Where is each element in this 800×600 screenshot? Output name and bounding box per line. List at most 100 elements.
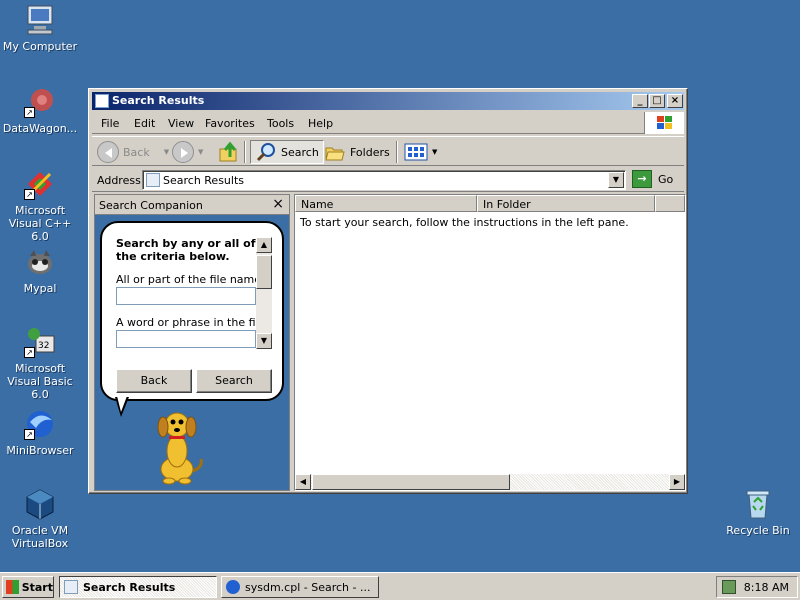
search-heading: Search by any or all of the criteria bel…: [116, 237, 256, 263]
phrase-label: A word or phrase in the file:: [116, 316, 270, 329]
forward-button[interactable]: ▼: [172, 140, 203, 164]
start-label: Start: [21, 580, 53, 594]
desktop-icon-label: DataWagon...: [2, 122, 78, 135]
menu-edit[interactable]: Edit: [134, 117, 155, 130]
network-icon[interactable]: [722, 580, 736, 594]
scroll-up-icon[interactable]: ▲: [256, 237, 272, 253]
up-folder-button[interactable]: [218, 140, 240, 164]
search-folder-icon: [95, 94, 109, 108]
address-input[interactable]: Search Results ▼: [142, 170, 626, 190]
views-dropdown-icon: ▼: [432, 148, 438, 156]
scroll-thumb[interactable]: [312, 474, 510, 490]
windows-logo-icon: [644, 112, 684, 134]
desktop-icon-label: Mypal: [23, 282, 57, 295]
shortcut-arrow-icon: ↗: [24, 189, 35, 200]
search-results-icon: [146, 173, 160, 187]
menu-favorites[interactable]: Favorites: [205, 117, 255, 130]
desktop-icon-label: Recycle Bin: [726, 524, 790, 537]
scroll-right-icon[interactable]: ▶: [669, 474, 685, 490]
search-balloon: Search by any or all of the criteria bel…: [100, 221, 284, 401]
go-label: Go: [658, 172, 674, 186]
search-dog-icon[interactable]: [147, 407, 207, 485]
go-arrow-icon: →: [632, 170, 652, 188]
mypal-icon: [24, 246, 56, 278]
desktop-icon-datawagon[interactable]: ↗ DataWagon...: [0, 86, 80, 135]
menu-help[interactable]: Help: [308, 117, 333, 130]
shortcut-arrow-icon: ↗: [24, 347, 35, 358]
desktop-icon-minibrowser[interactable]: ↗ MiniBrowser: [0, 408, 80, 457]
back-button[interactable]: Back ▼: [97, 140, 169, 164]
search-companion-pane: Search Companion × Search by any or all …: [94, 194, 290, 491]
toolbar-separator: [396, 141, 398, 163]
balloon-tail-fill: [117, 396, 127, 412]
desktop-icon-visual-cpp[interactable]: ↗ Microsoft Visual C++ 6.0: [0, 168, 80, 243]
desktop-icon-my-computer[interactable]: My Computer: [0, 4, 80, 53]
clock[interactable]: 8:18 AM: [744, 581, 789, 594]
svg-text:32: 32: [38, 341, 49, 351]
column-header-extra[interactable]: [655, 195, 685, 212]
desktop-icon-recycle-bin[interactable]: Recycle Bin: [718, 488, 798, 537]
results-list: Name In Folder To start your search, fol…: [294, 194, 686, 491]
results-instruction: To start your search, follow the instruc…: [300, 216, 629, 229]
search-toolbar-button[interactable]: Search: [250, 140, 324, 164]
address-value: Search Results: [163, 174, 245, 187]
desktop-icon-label: Oracle VM VirtualBox: [11, 524, 69, 550]
taskbar-item-sysdm[interactable]: sysdm.cpl - Search - ...: [221, 576, 379, 598]
menu-file[interactable]: File: [101, 117, 119, 130]
visual-cpp-icon: ↗: [24, 168, 56, 200]
address-dropdown-button[interactable]: ▼: [608, 172, 624, 188]
taskbar-item-label: sysdm.cpl - Search - ...: [245, 580, 371, 594]
scroll-down-icon[interactable]: ▼: [256, 333, 272, 349]
column-header-in-folder[interactable]: In Folder: [477, 195, 655, 212]
desktop-icon-label: Microsoft Visual Basic 6.0: [7, 362, 73, 401]
go-button[interactable]: → Go: [632, 170, 673, 188]
standard-toolbar: Back ▼ ▼ Search Folders ▼: [92, 136, 684, 166]
shortcut-arrow-icon: ↗: [24, 429, 35, 440]
maximize-button[interactable]: □: [649, 94, 665, 108]
column-header-name[interactable]: Name: [295, 195, 477, 212]
address-bar: Address Search Results ▼ → Go: [92, 168, 684, 192]
minibrowser-icon: ↗: [24, 408, 56, 440]
desktop-icon-label: MiniBrowser: [6, 444, 74, 457]
shortcut-arrow-icon: ↗: [24, 107, 35, 118]
back-dropdown-icon: ▼: [163, 148, 170, 156]
file-name-input[interactable]: [116, 287, 256, 305]
desktop-icon-mypal[interactable]: Mypal: [0, 246, 80, 295]
forward-dropdown-icon: ▼: [198, 148, 204, 156]
scroll-left-icon[interactable]: ◀: [295, 474, 311, 490]
balloon-scrollbar[interactable]: ▲ ▼: [256, 237, 272, 349]
phrase-input[interactable]: [116, 330, 256, 348]
close-button[interactable]: ×: [667, 94, 683, 108]
folders-button[interactable]: Folders: [324, 140, 390, 164]
taskbar-item-search-results[interactable]: Search Results: [59, 576, 217, 598]
window-title: Search Results: [112, 94, 205, 107]
desktop-icon-label: My Computer: [2, 40, 78, 53]
address-label: Address: [97, 174, 141, 187]
views-button[interactable]: ▼: [404, 140, 437, 164]
folders-label: Folders: [350, 145, 390, 159]
folders-icon: [325, 147, 345, 161]
taskbar: Start Search Results sysdm.cpl - Search …: [0, 572, 800, 600]
back-label: Back: [123, 145, 150, 159]
search-icon: [256, 143, 275, 162]
title-bar[interactable]: Search Results _ □ ×: [92, 92, 684, 110]
desktop-icon-virtualbox[interactable]: Oracle VM VirtualBox: [0, 488, 80, 550]
results-hscrollbar[interactable]: ◀ ▶: [295, 474, 685, 490]
views-icon: [404, 143, 428, 161]
forward-arrow-icon: [172, 141, 194, 163]
search-companion-title: Search Companion: [99, 199, 203, 212]
datawagon-icon: ↗: [24, 86, 56, 118]
my-computer-icon: [24, 4, 56, 36]
close-pane-icon[interactable]: ×: [272, 196, 284, 212]
search-balloon-button[interactable]: Search: [196, 369, 272, 393]
file-name-label: All or part of the file name:: [116, 273, 265, 286]
menu-view[interactable]: View: [168, 117, 194, 130]
menu-tools[interactable]: Tools: [267, 117, 294, 130]
windows-flag-icon: [6, 580, 19, 594]
visual-basic-icon: 32 ↗: [24, 326, 56, 358]
back-balloon-button[interactable]: Back: [116, 369, 192, 393]
desktop-icon-visual-basic[interactable]: 32 ↗ Microsoft Visual Basic 6.0: [0, 326, 80, 401]
minimize-button[interactable]: _: [632, 94, 648, 108]
start-button[interactable]: Start: [2, 576, 54, 598]
scroll-thumb[interactable]: [256, 255, 272, 289]
